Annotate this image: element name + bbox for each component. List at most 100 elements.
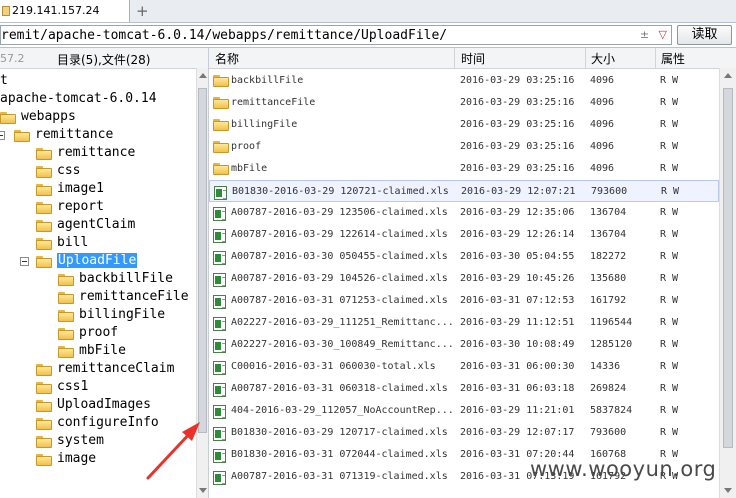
folder-icon	[36, 202, 52, 214]
tree-item[interactable]: css1	[0, 378, 196, 396]
tree-item[interactable]: webapps	[0, 108, 196, 126]
tree-item[interactable]: billingFile	[0, 306, 196, 324]
dropdown-icon[interactable]: ▽	[659, 28, 667, 41]
folder-icon	[36, 382, 52, 394]
file-name: C00016-2016-03-31 060030-total.xls	[231, 361, 436, 372]
scroll-thumb[interactable]	[723, 88, 733, 448]
tree-item[interactable]: image1	[0, 180, 196, 198]
tree-header: 57.2 目录(5),文件(28)	[0, 48, 208, 69]
file-row[interactable]: A00787-2016-03-29 123506-claimed.xls 2016…	[209, 202, 719, 224]
file-size: 1285120	[590, 339, 633, 350]
file-row[interactable]: A00787-2016-03-29 122614-claimed.xls 2016…	[209, 224, 719, 246]
read-button[interactable]: 读取	[677, 25, 732, 45]
file-name: A00787-2016-03-29 104526-claimed.xls	[231, 273, 448, 284]
tree-item-label: image	[57, 451, 97, 466]
tree-scrollbar[interactable]	[196, 68, 208, 498]
file-row[interactable]: A02227-2016-03-29_111251_Remittanc... 201…	[209, 312, 719, 334]
tree-item[interactable]: remittanceFile	[0, 288, 196, 306]
folder-icon	[36, 436, 52, 448]
tree-item[interactable]: bill	[0, 234, 196, 252]
tree-item[interactable]: configureInfo	[0, 414, 196, 432]
collapse-icon[interactable]	[0, 131, 5, 140]
directory-tree: t apache-tomcat-6.0.14 webapps remittance re…	[0, 68, 196, 498]
tree-item-label: billingFile	[79, 307, 166, 322]
tree-item[interactable]: css	[0, 162, 196, 180]
watermark: www.wooyun.org	[530, 457, 717, 481]
plus-minus-icon[interactable]: ±	[640, 28, 649, 41]
tree-item-label: remittanceFile	[79, 289, 189, 304]
tree-item[interactable]: t	[0, 72, 196, 90]
file-attr: R W	[660, 427, 679, 438]
scroll-down-icon[interactable]	[199, 488, 207, 493]
file-row[interactable]: A00787-2016-03-31 060318-claimed.xls 2016…	[209, 378, 719, 400]
tree-item-label: configureInfo	[57, 415, 159, 430]
file-attr: R W	[660, 339, 679, 350]
file-row[interactable]: remittanceFile 2016-03-29 03:25:16 4096 R W	[209, 92, 719, 114]
folder-icon	[36, 418, 52, 430]
file-row[interactable]: A00787-2016-03-29 104526-claimed.xls 2016…	[209, 268, 719, 290]
tree-item[interactable]: remittance	[0, 126, 196, 144]
scroll-up-icon[interactable]	[199, 73, 207, 78]
scroll-thumb[interactable]	[198, 88, 207, 433]
tab-host[interactable]: 219.141.157.24	[0, 0, 130, 22]
collapse-icon[interactable]	[20, 257, 29, 266]
file-size: 136704	[590, 229, 627, 240]
file-row[interactable]: A00787-2016-03-30 050455-claimed.xls 2016…	[209, 246, 719, 268]
file-size: 136704	[590, 207, 627, 218]
tree-item[interactable]: proof	[0, 324, 196, 342]
folder-icon	[36, 220, 52, 232]
file-time: 2016-03-29 11:21:01	[460, 405, 575, 416]
file-time: 2016-03-29 03:25:16	[460, 119, 575, 130]
file-row[interactable]: backbillFile 2016-03-29 03:25:16 4096 R W	[209, 70, 719, 92]
file-row[interactable]: 404-2016-03-29_112057_NoAccountRep... 201…	[209, 400, 719, 422]
col-name[interactable]: 名称	[215, 50, 239, 67]
file-time: 2016-03-29 03:25:16	[460, 97, 575, 108]
file-list-scrollbar[interactable]	[719, 68, 736, 498]
folder-icon	[36, 184, 52, 196]
file-row[interactable]: A00787-2016-03-31 071253-claimed.xls 2016…	[209, 290, 719, 312]
file-size: 4096	[590, 141, 615, 152]
tree-item-label: image1	[57, 181, 104, 196]
file-name: A00787-2016-03-31 071253-claimed.xls	[231, 295, 448, 306]
path-bar: remit/apache-tomcat-6.0.14/webapps/remit…	[0, 23, 736, 48]
tree-item[interactable]: agentClaim	[0, 216, 196, 234]
excel-file-icon	[213, 471, 226, 485]
file-row[interactable]: proof 2016-03-29 03:25:16 4096 R W	[209, 136, 719, 158]
col-time[interactable]: 时间	[461, 50, 485, 67]
tree-item[interactable]: apache-tomcat-6.0.14	[0, 90, 196, 108]
file-size: 4096	[590, 75, 615, 86]
file-time: 2016-03-30 05:04:55	[460, 251, 575, 262]
file-size: 5837824	[590, 405, 633, 416]
tree-item[interactable]: UploadFile	[0, 252, 196, 270]
tree-item-label: remittanceClaim	[57, 361, 175, 376]
col-separator	[655, 48, 656, 68]
folder-icon	[213, 141, 229, 153]
tree-item[interactable]: mbFile	[0, 342, 196, 360]
tree-item[interactable]: UploadImages	[0, 396, 196, 414]
scroll-down-icon[interactable]	[724, 488, 732, 493]
file-row[interactable]: B01830-2016-03-29 120721-claimed.xls 2016…	[209, 180, 719, 202]
tree-item[interactable]: remittanceClaim	[0, 360, 196, 378]
tree-item[interactable]: report	[0, 198, 196, 216]
path-text: remit/apache-tomcat-6.0.14/webapps/remit…	[1, 28, 448, 43]
folder-icon	[36, 454, 52, 466]
tree-item[interactable]: system	[0, 432, 196, 450]
col-attr[interactable]: 属性	[661, 50, 685, 67]
file-row[interactable]: A02227-2016-03-30_100849_Remittanc... 201…	[209, 334, 719, 356]
folder-icon	[213, 119, 229, 131]
add-tab-button[interactable]: +	[136, 2, 149, 20]
folder-icon	[36, 364, 52, 376]
file-name: A00787-2016-03-29 122614-claimed.xls	[231, 229, 448, 240]
file-row[interactable]: billingFile 2016-03-29 03:25:16 4096 R W	[209, 114, 719, 136]
file-row[interactable]: C00016-2016-03-31 060030-total.xls 2016-0…	[209, 356, 719, 378]
scroll-up-icon[interactable]	[724, 73, 732, 78]
file-row[interactable]: mbFile 2016-03-29 03:25:16 4096 R W	[209, 158, 719, 180]
tree-item[interactable]: backbillFile	[0, 270, 196, 288]
file-list-panel: 名称 时间 大小 属性 backbillFile 2016-03-29 03:25…	[209, 48, 736, 498]
tree-item[interactable]: remittance	[0, 144, 196, 162]
file-size: 793600	[591, 186, 628, 197]
file-row[interactable]: B01830-2016-03-29 120717-claimed.xls 2016…	[209, 422, 719, 444]
path-input[interactable]: remit/apache-tomcat-6.0.14/webapps/remit…	[0, 25, 672, 45]
tree-item[interactable]: image	[0, 450, 196, 468]
col-size[interactable]: 大小	[591, 50, 615, 67]
